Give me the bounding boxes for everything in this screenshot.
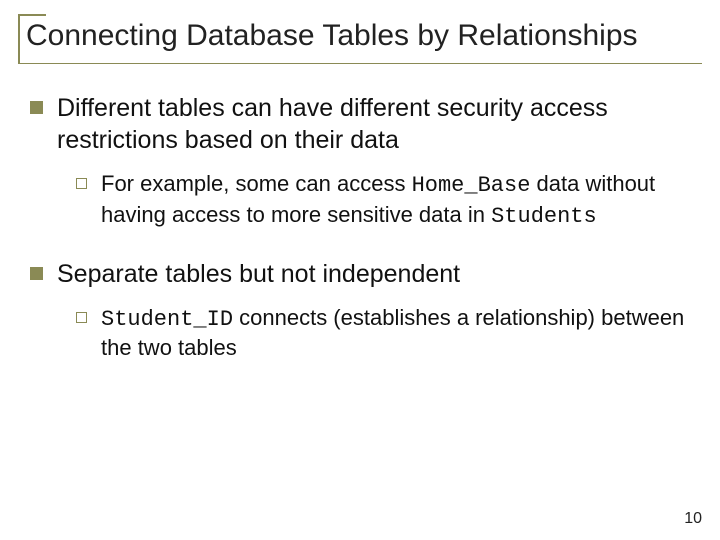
sub-bullet-text: For example, some can access Home_Base d… — [101, 170, 694, 231]
bullet-text: Different tables can have different secu… — [57, 92, 694, 156]
bullet-level1: Separate tables but not independent — [30, 258, 694, 290]
bullet-text: Separate tables but not independent — [57, 258, 460, 290]
square-bullet-icon — [30, 267, 43, 280]
slide: Connecting Database Tables by Relationsh… — [0, 0, 720, 540]
square-bullet-icon — [30, 101, 43, 114]
code-run: Home_Base — [412, 173, 531, 198]
bullet-level2: For example, some can access Home_Base d… — [76, 170, 694, 231]
title-container: Connecting Database Tables by Relationsh… — [18, 14, 702, 64]
bullet-level2: Student_ID connects (establishes a relat… — [76, 304, 694, 363]
code-run: Student_ID — [101, 307, 233, 332]
slide-title: Connecting Database Tables by Relationsh… — [22, 18, 702, 53]
text-run: For example, some can access — [101, 171, 412, 196]
sub-bullet-text: Student_ID connects (establishes a relat… — [101, 304, 694, 363]
hollow-square-bullet-icon — [76, 178, 87, 189]
hollow-square-bullet-icon — [76, 312, 87, 323]
content-area: Different tables can have different secu… — [18, 92, 702, 362]
bullet-level1: Different tables can have different secu… — [30, 92, 694, 156]
code-run: Students — [491, 204, 597, 229]
page-number: 10 — [684, 510, 702, 528]
